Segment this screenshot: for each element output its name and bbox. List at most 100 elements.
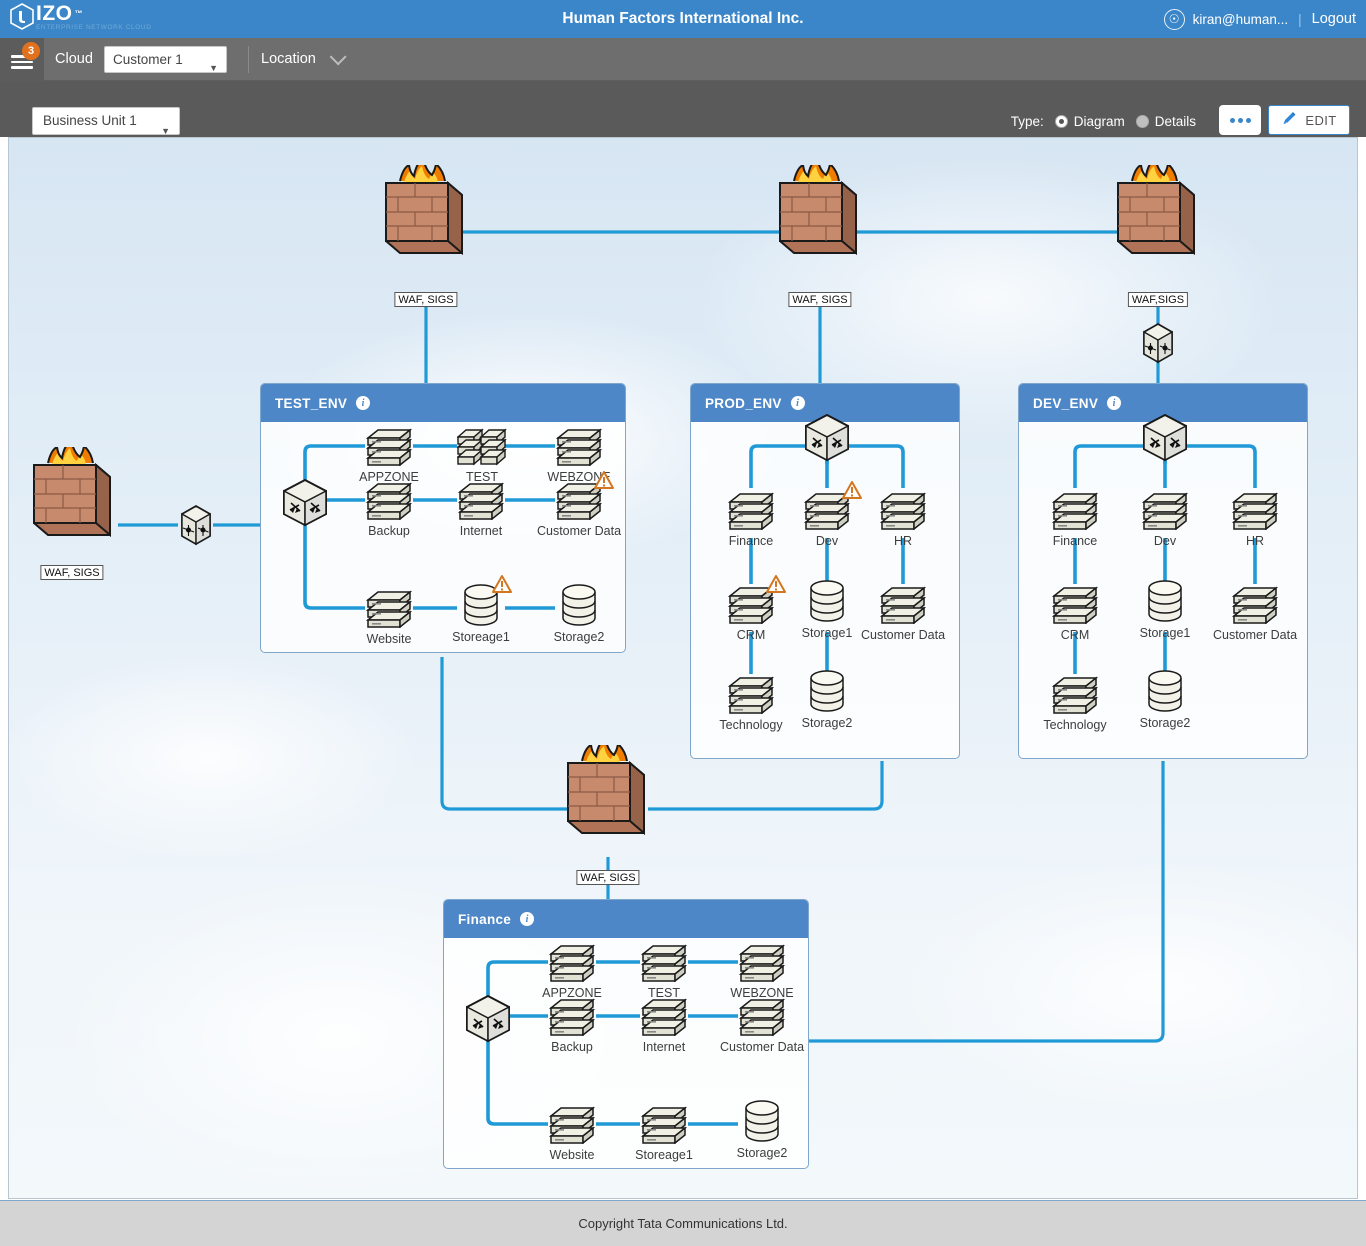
node-backup[interactable]: Backup bbox=[365, 478, 413, 538]
node-test[interactable]: TEST bbox=[456, 424, 507, 484]
node-storage1[interactable]: Storage1 bbox=[802, 580, 852, 640]
node-customer-data[interactable]: Customer Data bbox=[720, 994, 804, 1054]
database-icon bbox=[562, 584, 596, 626]
node-appzone[interactable]: APPZONE bbox=[542, 940, 602, 1000]
switch-prod-env[interactable] bbox=[801, 412, 853, 467]
firewall-prod-top[interactable] bbox=[776, 156, 864, 270]
radio-diagram[interactable]: Diagram bbox=[1054, 114, 1125, 129]
server-stack-icon bbox=[879, 586, 927, 625]
node-finance[interactable]: Finance bbox=[1051, 488, 1099, 548]
firewall-left[interactable] bbox=[30, 438, 118, 552]
node-website[interactable]: Website bbox=[365, 586, 413, 646]
switch-finance[interactable] bbox=[462, 993, 514, 1048]
firewall-icon bbox=[385, 156, 463, 256]
firewall-test-top[interactable] bbox=[382, 156, 470, 270]
node-storage1[interactable]: Storage1 bbox=[1140, 580, 1190, 640]
panel-dev-env[interactable]: DEV_ENV i Finance Dev HR CRM Storage1 Cu… bbox=[1018, 383, 1308, 759]
panel-title: PROD_ENV bbox=[705, 395, 782, 411]
node-storage2[interactable]: Storage2 bbox=[1140, 670, 1190, 730]
panel-prod-env[interactable]: PROD_ENV i Finance Dev HR CRM Storage1 C… bbox=[690, 383, 960, 759]
panel-test-env[interactable]: TEST_ENV i APPZONE TEST WEBZONE Backup I… bbox=[260, 383, 626, 653]
logout-button[interactable]: Logout bbox=[1312, 11, 1356, 27]
router-dev[interactable] bbox=[1140, 320, 1176, 371]
location-label: Location bbox=[261, 51, 316, 67]
node-finance[interactable]: Finance bbox=[727, 488, 775, 548]
warning-icon[interactable] bbox=[593, 470, 615, 495]
location-dropdown[interactable]: Location bbox=[261, 38, 347, 81]
customer-select-value: Customer 1 bbox=[113, 52, 183, 67]
server-stack-icon bbox=[555, 428, 603, 467]
firewall-dev-top[interactable] bbox=[1114, 156, 1202, 270]
switch-dev-env[interactable] bbox=[1139, 412, 1191, 467]
switch-icon bbox=[805, 413, 849, 462]
radio-details[interactable]: Details bbox=[1135, 114, 1196, 129]
node-internet[interactable]: Internet bbox=[457, 478, 505, 538]
panel-header-finance: Finance i bbox=[444, 900, 808, 938]
node-dev[interactable]: Dev bbox=[1141, 488, 1189, 548]
database-icon bbox=[1148, 580, 1182, 622]
node-customer-data[interactable]: Customer Data bbox=[537, 471, 621, 538]
node-dev[interactable]: Dev bbox=[803, 481, 862, 548]
customer-select[interactable]: Customer 1 ▼ bbox=[104, 46, 227, 73]
server-stack-icon bbox=[1231, 492, 1279, 531]
node-webzone[interactable]: WEBZONE bbox=[547, 424, 611, 484]
server-stack-icon bbox=[640, 944, 688, 983]
page-title: Human Factors International Inc. bbox=[562, 10, 804, 27]
node-storage2[interactable]: Storage2 bbox=[554, 584, 604, 644]
database-icon bbox=[745, 1100, 779, 1142]
node-label: CRM bbox=[1060, 628, 1090, 642]
node-internet[interactable]: Internet bbox=[640, 994, 688, 1054]
warning-icon[interactable] bbox=[765, 574, 787, 599]
chevron-down-icon: ▼ bbox=[209, 63, 218, 73]
edit-button[interactable]: EDIT bbox=[1268, 105, 1350, 135]
node-storeage1[interactable]: Storeage1 bbox=[635, 1102, 693, 1162]
node-website[interactable]: Website bbox=[548, 1102, 596, 1162]
panel-finance[interactable]: Finance i APPZONE TEST WEBZONE Backup In… bbox=[443, 899, 809, 1169]
info-icon[interactable]: i bbox=[1107, 396, 1122, 410]
router-left[interactable] bbox=[178, 502, 214, 553]
node-appzone[interactable]: APPZONE bbox=[359, 424, 419, 484]
hamburger-menu-button[interactable]: 3 bbox=[0, 38, 44, 81]
node-storage2[interactable]: Storage2 bbox=[737, 1100, 787, 1160]
info-icon[interactable]: i bbox=[356, 396, 371, 410]
node-webzone[interactable]: WEBZONE bbox=[730, 940, 794, 1000]
panel-title: TEST_ENV bbox=[275, 395, 348, 411]
node-hr[interactable]: HR bbox=[879, 488, 927, 548]
server-stack-icon bbox=[1051, 676, 1099, 715]
router-icon bbox=[181, 504, 211, 546]
node-customer-data[interactable]: Customer Data bbox=[1213, 582, 1297, 642]
node-storeage1[interactable]: Storeage1 bbox=[452, 575, 512, 644]
info-icon[interactable]: i bbox=[790, 396, 805, 410]
node-label: CRM bbox=[736, 628, 766, 642]
warning-icon[interactable] bbox=[841, 480, 863, 505]
node-technology[interactable]: Technology bbox=[719, 672, 783, 732]
firewall-finance[interactable] bbox=[564, 736, 652, 850]
server-stack-icon bbox=[548, 944, 596, 983]
ellipsis-dot-icon bbox=[1237, 117, 1243, 123]
more-options-button[interactable] bbox=[1219, 105, 1261, 135]
node-storage2[interactable]: Storage2 bbox=[802, 670, 852, 730]
info-icon[interactable]: i bbox=[520, 912, 535, 926]
node-label: Technology bbox=[719, 718, 783, 732]
node-test[interactable]: TEST bbox=[640, 940, 688, 1000]
radio-diagram-icon bbox=[1054, 114, 1068, 128]
node-technology[interactable]: Technology bbox=[1043, 672, 1107, 732]
node-crm[interactable]: CRM bbox=[1051, 582, 1099, 642]
node-label: HR bbox=[1245, 534, 1265, 548]
server-stack-icon bbox=[365, 482, 413, 521]
switch-test-env[interactable] bbox=[279, 477, 331, 532]
avatar-icon[interactable]: ☉ bbox=[1163, 8, 1185, 30]
server-stack-icon bbox=[727, 492, 775, 531]
ellipsis-dot-icon bbox=[1245, 117, 1251, 123]
node-hr[interactable]: HR bbox=[1231, 488, 1279, 548]
network-diagram-canvas[interactable]: WAF, SIGS WAF, SIGS WAF, SIGS WAF,SIGS T… bbox=[8, 137, 1358, 1199]
node-backup[interactable]: Backup bbox=[548, 994, 596, 1054]
warning-icon[interactable] bbox=[491, 574, 513, 599]
node-crm[interactable]: CRM bbox=[727, 575, 786, 642]
server-double-icon bbox=[456, 428, 507, 466]
node-label: Website bbox=[366, 632, 412, 646]
node-customer-data[interactable]: Customer Data bbox=[861, 582, 945, 642]
server-stack-icon bbox=[365, 590, 413, 629]
business-unit-select[interactable]: Business Unit 1 ▼ bbox=[32, 107, 180, 136]
waf-label-prod-top: WAF, SIGS bbox=[788, 292, 852, 307]
